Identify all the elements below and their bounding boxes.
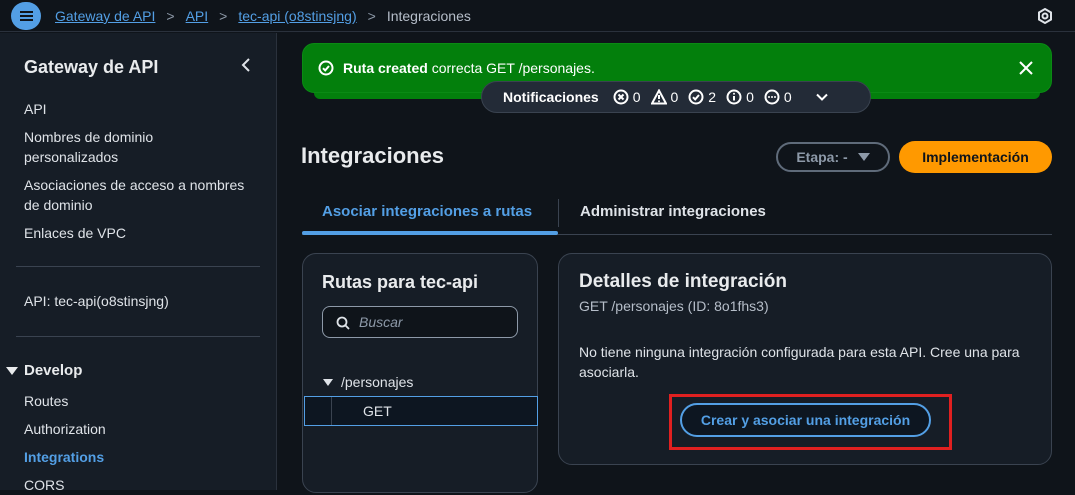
sidebar-api-label: API: tec-api(o8stinsjng) [24,293,169,309]
routes-panel: Rutas para tec-api /personajes GET [302,253,538,493]
details-message: No tiene ninguna integración configurada… [579,344,1020,380]
details-title: Detalles de integración [579,271,788,292]
menu-button[interactable] [11,2,41,30]
in-progress-icon [764,89,780,105]
chevron-right-icon: > [166,8,175,24]
collapse-sidebar-icon[interactable] [238,55,254,75]
develop-section-toggle[interactable]: Develop [6,362,82,379]
in-progress-count: 0 [764,89,792,105]
close-icon[interactable] [1017,59,1035,77]
success-icon [688,89,704,105]
warning-count: 0 [650,89,678,105]
route-method-label: GET [363,403,392,419]
tab-attach-integrations[interactable]: Asociar integraciones a rutas [322,203,532,220]
success-count: 2 [688,89,716,105]
breadcrumb-api[interactable]: API [186,8,209,24]
create-integration-button[interactable]: Crear y asociar una integración [680,403,931,437]
hamburger-icon [19,15,33,17]
chevron-down-icon[interactable] [814,89,830,105]
active-tab-indicator [302,231,558,235]
sidebar-item-domain-access[interactable]: Asociaciones de acceso a nombres de domi… [24,175,254,215]
top-navigation: Gateway de API > API > tec-api (o8stinsj… [0,0,1075,32]
route-path-toggle[interactable]: /personajes [323,374,413,390]
sidebar-item-integrations[interactable]: Integrations [24,447,254,467]
stage-select[interactable]: Etapa: - [776,142,890,172]
details-subtitle: GET /personajes (ID: 8o1fhs3) [579,298,769,314]
tab-manage-integrations[interactable]: Administrar integraciones [580,203,766,220]
main-content: Ruta created correcta GET /personajes. N… [278,33,1075,493]
caret-down-icon [6,366,18,375]
flash-message: Ruta created correcta GET /personajes. [343,60,595,76]
settings-icon[interactable] [1037,8,1053,24]
sidebar-divider [16,336,260,337]
error-icon [613,89,629,105]
chevron-right-icon: > [367,8,376,24]
develop-section-label: Develop [24,362,83,379]
sidebar-divider [16,266,260,267]
search-box [322,306,518,338]
chevron-right-icon: > [219,8,228,24]
sidebar-item-cors[interactable]: CORS [24,475,254,495]
route-path-label: /personajes [341,374,414,390]
caret-down-icon [323,378,333,386]
route-method-get[interactable]: GET [304,396,538,426]
breadcrumb: Gateway de API > API > tec-api (o8stinsj… [55,8,471,24]
breadcrumb-current: Integraciones [386,8,471,24]
sidebar-title: Gateway de API [24,57,159,77]
error-count: 0 [613,89,641,105]
sidebar-item-api[interactable]: API [24,99,254,119]
sidebar-item-authorization[interactable]: Authorization [24,419,254,439]
deploy-button[interactable]: Implementación [899,141,1052,173]
tree-line [331,397,332,425]
tabs: Asociar integraciones a rutas Administra… [302,191,1052,235]
sidebar: Gateway de API API Nombres de dominio pe… [0,33,277,493]
caret-down-icon [857,153,870,161]
sidebar-item-routes[interactable]: Routes [24,391,254,411]
breadcrumb-tec-api[interactable]: tec-api (o8stinsjng) [238,8,356,24]
search-input[interactable] [359,311,509,333]
success-check-icon [318,60,334,76]
page-title: Integraciones [301,143,445,168]
info-icon [726,89,742,105]
tab-divider [558,199,559,227]
sidebar-item-custom-domains[interactable]: Nombres de dominio personalizados [24,127,224,167]
notifications-bar[interactable]: Notificaciones 0 0 2 0 0 [481,81,871,113]
sidebar-item-vpc-links[interactable]: Enlaces de VPC [24,223,254,243]
warning-icon [650,89,667,105]
info-count: 0 [726,89,754,105]
routes-title: Rutas para tec-api [322,272,479,292]
notifications-label: Notificaciones [503,89,599,105]
search-icon [336,316,350,330]
breadcrumb-gateway[interactable]: Gateway de API [55,8,155,24]
integration-details-panel: Detalles de integración GET /personajes … [558,253,1052,465]
